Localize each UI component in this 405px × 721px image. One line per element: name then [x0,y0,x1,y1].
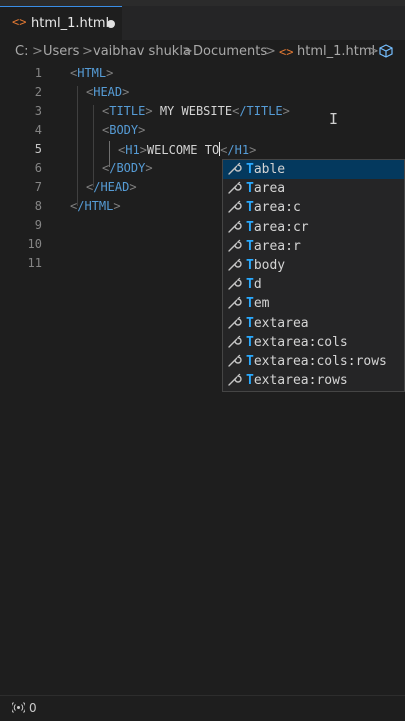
wrench-icon [227,199,242,218]
breadcrumb-separator: > [32,44,43,59]
suggestion-label: Tarea:r [246,238,301,254]
title-tag: TITLE [109,104,146,118]
suggestion-label: Tarea [246,181,286,197]
html-tag: HTML [77,66,107,80]
suggestion-item[interactable]: Tarea:cr [223,218,404,238]
html-file-icon: <> [279,45,294,59]
breadcrumb-separator: > [368,44,379,59]
wrench-icon [227,334,242,353]
wrench-icon [227,257,242,276]
port-count[interactable]: 0 [29,701,37,715]
breadcrumb-separator: > [182,44,193,59]
breadcrumb-users[interactable]: Users [43,44,79,59]
suggestion-item[interactable]: Table [223,160,404,180]
broadcast-icon[interactable] [10,701,27,717]
line-number: 9 [34,218,42,232]
line-number: 2 [34,85,42,99]
code-line-6: </BODY> [102,161,153,175]
html-close-tag: /HTML [77,199,114,213]
breadcrumb-drive[interactable]: C: [15,44,28,59]
suggestion-label: Tarea:c [246,200,301,216]
mouse-ibeam-icon: I [329,110,339,128]
suggestion-label: Tarea:cr [246,219,309,235]
suggestion-item[interactable]: Tarea:c [223,198,404,218]
title-text: MY WEBSITE [152,104,233,118]
suggestion-item[interactable]: Tbody [223,256,404,276]
head-close-tag: /HEAD [93,180,130,194]
head-tag: HEAD [93,85,123,99]
suggestion-widget[interactable]: Table Tarea Tarea:c Tarea:cr Tarea:r Tbody Td T… [222,159,405,392]
suggestion-label: Textarea:rows [246,373,348,389]
suggestion-item[interactable]: Textarea:cols [223,333,404,353]
line-number: 1 [34,66,42,80]
cube-icon[interactable] [379,44,393,62]
h1-close-tag: /H1 [227,143,250,157]
tab-html-file[interactable]: <> html_1.html [0,6,122,40]
body-close-tag: /BODY [109,161,146,175]
suggestion-item[interactable]: Tarea [223,179,404,199]
indent-guide [93,105,94,187]
wrench-icon [227,219,242,238]
line-number: 4 [34,123,42,137]
code-line-4: <BODY> [102,123,146,137]
code-line-7: </HEAD> [86,180,137,194]
breadcrumb: C: > Users > vaibhav shukla > Documents … [0,40,405,64]
wrench-icon [227,353,242,372]
suggestion-item[interactable]: Textarea [223,314,404,334]
suggestion-item[interactable]: Textarea:rows [223,371,404,391]
suggestion-item[interactable]: Tem [223,294,404,314]
suggestion-label: Textarea:cols:rows [246,354,387,369]
line-number: 7 [34,180,42,194]
tab-label: html_1.html [31,16,110,31]
unsaved-dot-icon[interactable] [107,20,115,28]
suggestion-label: Textarea [246,315,309,331]
line-number: 3 [34,104,42,118]
suggestion-label: Tbody [246,258,286,273]
indent-guide [77,86,78,206]
breadcrumb-documents[interactable]: Documents [193,44,267,59]
wrench-icon [227,295,242,314]
line-number: 11 [27,256,42,270]
wrench-icon [227,180,242,199]
line-number-active: 5 [34,142,42,156]
wrench-icon [227,238,242,257]
code-line-1: <HTML> [70,66,114,80]
code-line-5: <H1>WELCOME TO</H1> [118,142,257,157]
wrench-icon [227,161,242,180]
suggestion-item[interactable]: Textarea:cols:rows [223,352,404,372]
breadcrumb-user-folder[interactable]: vaibhav shukla [93,44,191,59]
line-number: 8 [34,199,42,213]
code-line-3: <TITLE> MY WEBSITE</TITLE> [102,104,290,118]
line-number: 10 [27,237,42,251]
h1-tag: H1 [125,143,140,157]
title-close-tag: /TITLE [239,104,283,118]
code-line-8: </HTML> [70,199,121,213]
line-number: 6 [34,161,42,175]
suggestion-item[interactable]: Tarea:r [223,237,404,257]
breadcrumb-separator: > [265,44,276,59]
tab-strip: <> html_1.html [0,6,405,40]
suggestion-item[interactable]: Td [223,275,404,295]
h1-text: WELCOME TO [146,143,220,157]
breadcrumb-file[interactable]: html_1.html [297,44,375,59]
body-tag: BODY [109,123,139,137]
suggestion-label: Textarea:cols [246,334,348,350]
wrench-icon [227,372,242,391]
wrench-icon [227,276,242,295]
suggestion-label: Td [246,277,262,293]
breadcrumb-separator: > [82,44,93,59]
suggestion-label: Table [246,162,286,177]
wrench-icon [227,315,242,334]
suggestion-label: Tem [246,296,270,312]
status-bar: 0 [0,695,405,721]
html-file-icon: <> [12,15,27,29]
code-line-2: <HEAD> [86,85,130,99]
